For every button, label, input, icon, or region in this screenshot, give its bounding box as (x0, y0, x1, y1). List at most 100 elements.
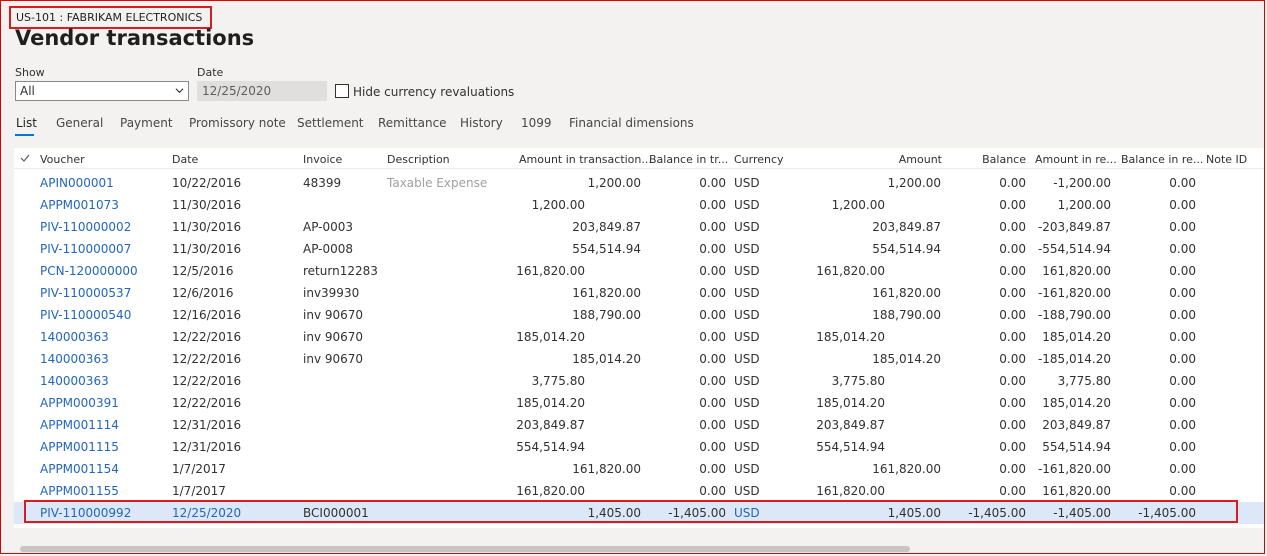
table-row[interactable]: APIN000001 10/22/2016 48399 Taxable Expense… (14, 172, 1264, 194)
tab-general[interactable]: General (56, 116, 103, 130)
balance-reporting-cell: 0.00 (1169, 462, 1196, 476)
balance-cell: 0.00 (999, 264, 1026, 278)
date-cell: 10/22/2016 (172, 176, 242, 190)
tab-settlement[interactable]: Settlement (297, 116, 364, 130)
hide-currency-revaluations-label: Hide currency revaluations (353, 85, 515, 99)
amount-reporting-cell: -188,790.00 (1037, 308, 1111, 322)
date-field[interactable]: 12/25/2020 (197, 81, 327, 101)
column-header-amount-in-transaction[interactable]: Amount in transaction... (519, 153, 652, 166)
voucher-link[interactable]: PCN-120000000 (40, 260, 138, 282)
column-header-voucher[interactable]: Voucher (40, 153, 85, 166)
voucher-link[interactable]: APIN000001 (40, 172, 114, 194)
amount-tx-credit-cell (534, 480, 641, 502)
currency-cell: USD (734, 462, 760, 476)
amount-credit-cell (834, 260, 941, 282)
table-row[interactable]: 140000363 12/22/2016 inv 90670 185,014.20 0.… (14, 348, 1264, 370)
amount-credit-cell (834, 436, 941, 458)
voucher-link[interactable]: APPM001155 (40, 480, 119, 502)
table-row[interactable]: APPM000391 12/22/2016 185,014.20 0.00 USD 185… (14, 392, 1264, 414)
currency-cell: USD (734, 374, 760, 388)
date-cell: 1/7/2017 (172, 462, 226, 476)
balance-cell: 0.00 (999, 418, 1026, 432)
column-header-amount[interactable]: Amount (844, 153, 942, 166)
balance-tx-cell: 0.00 (699, 330, 726, 344)
amount-reporting-cell: 203,849.87 (1042, 418, 1111, 432)
voucher-link[interactable]: 140000363 (40, 326, 109, 348)
column-header-balance-in-transaction[interactable]: Balance in tr... (649, 153, 728, 166)
table-row[interactable]: 140000363 12/22/2016 inv 90670 185,014.20 0.… (14, 326, 1264, 348)
column-header-currency[interactable]: Currency (734, 153, 784, 166)
header-divider (14, 168, 1264, 169)
date-cell: 12/22/2016 (172, 330, 242, 344)
currency-cell: USD (734, 242, 760, 256)
balance-reporting-cell: 0.00 (1169, 396, 1196, 410)
balance-cell: 0.00 (999, 374, 1026, 388)
column-header-amount-in-reporting[interactable]: Amount in re... (1035, 153, 1117, 166)
voucher-link[interactable]: PIV-110000537 (40, 282, 131, 304)
voucher-link[interactable]: APPM001073 (40, 194, 119, 216)
currency-cell: USD (734, 418, 760, 432)
horizontal-scrollbar-thumb[interactable] (20, 546, 910, 552)
balance-cell: 0.00 (999, 396, 1026, 410)
amount-credit-cell (834, 194, 941, 216)
column-header-description[interactable]: Description (387, 153, 450, 166)
column-header-date[interactable]: Date (172, 153, 198, 166)
select-all-check-icon[interactable] (20, 153, 30, 163)
amount-credit-cell: 188,790.00 (872, 308, 941, 322)
tab-remittance[interactable]: Remittance (378, 116, 447, 130)
balance-reporting-cell: 0.00 (1169, 484, 1196, 498)
table-row[interactable]: PIV-110000537 12/6/2016 inv39930 161,820.00… (14, 282, 1264, 304)
amount-credit-cell (834, 480, 941, 502)
balance-reporting-cell: 0.00 (1169, 418, 1196, 432)
tab-financial-dimensions[interactable]: Financial dimensions (569, 116, 694, 130)
hide-currency-revaluations-checkbox[interactable] (335, 84, 349, 98)
balance-tx-cell: 0.00 (699, 176, 726, 190)
tab-promissory-note[interactable]: Promissory note (189, 116, 286, 130)
voucher-link[interactable]: 140000363 (40, 370, 109, 392)
table-row[interactable]: 140000363 12/22/2016 3,775.80 0.00 USD 3,775.… (14, 370, 1264, 392)
date-cell: 11/30/2016 (172, 242, 242, 256)
voucher-link[interactable]: APPM001154 (40, 458, 119, 480)
balance-cell: 0.00 (999, 308, 1026, 322)
balance-reporting-cell: 0.00 (1169, 374, 1196, 388)
amount-reporting-cell: 185,014.20 (1042, 330, 1111, 344)
tab-history[interactable]: History (460, 116, 503, 130)
table-row[interactable]: PIV-110000002 11/30/2016 AP-0003 203,849.87… (14, 216, 1264, 238)
balance-reporting-cell: 0.00 (1169, 176, 1196, 190)
voucher-link[interactable]: PIV-110000002 (40, 216, 131, 238)
voucher-link[interactable]: 140000363 (40, 348, 109, 370)
balance-reporting-cell: 0.00 (1169, 440, 1196, 454)
voucher-link[interactable]: PIV-110000007 (40, 238, 131, 260)
balance-tx-cell: 0.00 (699, 198, 726, 212)
column-header-balance-in-reporting[interactable]: Balance in re... (1121, 153, 1203, 166)
table-row[interactable]: PCN-120000000 12/5/2016 return12283 161,820… (14, 260, 1264, 282)
table-row[interactable]: APPM001115 12/31/2016 554,514.94 0.00 USD 554… (14, 436, 1264, 458)
balance-tx-cell: 0.00 (699, 484, 726, 498)
tab-list[interactable]: List (16, 116, 37, 130)
tab-1099[interactable]: 1099 (521, 116, 552, 130)
amount-credit-cell: 161,820.00 (872, 286, 941, 300)
amount-reporting-cell: -554,514.94 (1037, 242, 1111, 256)
table-row[interactable]: APPM001155 1/7/2017 161,820.00 0.00 USD 161,8… (14, 480, 1264, 502)
column-header-invoice[interactable]: Invoice (303, 153, 342, 166)
voucher-link[interactable]: APPM000391 (40, 392, 119, 414)
table-row[interactable]: APPM001154 1/7/2017 161,820.00 0.00 USD 161,8… (14, 458, 1264, 480)
column-header-balance[interactable]: Balance (954, 153, 1026, 166)
show-dropdown[interactable]: All (15, 81, 189, 101)
amount-credit-cell (834, 370, 941, 392)
table-row[interactable]: PIV-110000007 11/30/2016 AP-0008 554,514.94… (14, 238, 1264, 260)
column-header-note-id[interactable]: Note ID (1206, 153, 1247, 166)
show-dropdown-value: All (20, 84, 35, 98)
currency-cell: USD (734, 352, 760, 366)
amount-credit-cell: 161,820.00 (872, 462, 941, 476)
voucher-link[interactable]: APPM001115 (40, 436, 119, 458)
voucher-link[interactable]: PIV-110000540 (40, 304, 131, 326)
table-row[interactable]: APPM001073 11/30/2016 1,200.00 0.00 USD 1,200… (14, 194, 1264, 216)
table-row[interactable]: APPM001114 12/31/2016 203,849.87 0.00 USD 203… (14, 414, 1264, 436)
amount-reporting-cell: 554,514.94 (1042, 440, 1111, 454)
tab-payment[interactable]: Payment (120, 116, 173, 130)
voucher-link[interactable]: APPM001114 (40, 414, 119, 436)
page-title: Vendor transactions (15, 26, 255, 50)
table-row[interactable]: PIV-110000540 12/16/2016 inv 90670 188,790.… (14, 304, 1264, 326)
balance-cell: 0.00 (999, 484, 1026, 498)
